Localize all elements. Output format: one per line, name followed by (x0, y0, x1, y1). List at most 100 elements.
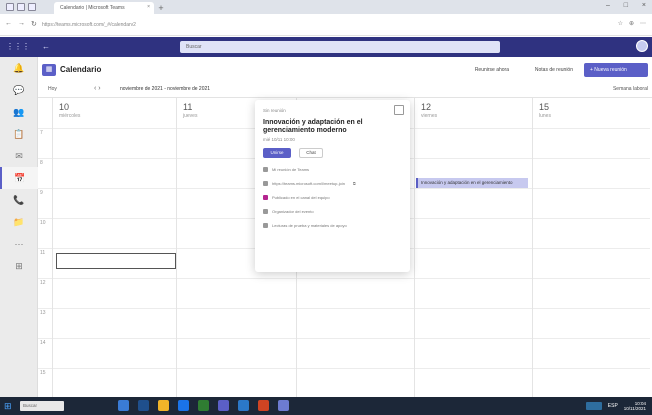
taskbar-app-icon[interactable] (258, 400, 269, 411)
refresh-icon[interactable]: ↻ (31, 20, 37, 28)
chat-button[interactable]: Chat (299, 148, 323, 158)
more-icon[interactable]: ⋯ (640, 20, 646, 27)
maximize-button[interactable]: □ (624, 2, 628, 12)
taskbar-app-icon[interactable] (118, 400, 129, 411)
apps-icon: ⊞ (15, 260, 23, 271)
taskbar-app-icon[interactable] (278, 400, 289, 411)
popup-row-text: Organizador del evento (272, 209, 314, 214)
nav-buttons: ← → ↻ (5, 20, 37, 28)
meet-now-button[interactable]: Reunirse ahora (470, 64, 514, 76)
day-column[interactable]: 10 miércoles (52, 98, 176, 398)
url-input[interactable]: https://teams.microsoft.com/_#/calendarv… (38, 19, 498, 31)
rail-item-assignments[interactable]: 📋 (0, 123, 38, 145)
rail-item-files[interactable]: 📁 (0, 211, 38, 233)
hour-label: 10 (40, 220, 46, 226)
favorite-icon[interactable]: ☆ (618, 20, 623, 27)
hour-label: 9 (40, 190, 43, 196)
rail-item-mail[interactable]: ✉ (0, 145, 38, 167)
back-arrow-icon[interactable]: ← (42, 42, 50, 51)
taskbar-app-icon[interactable] (238, 400, 249, 411)
app-launcher-icon[interactable]: ⋮⋮⋮ (6, 42, 30, 51)
hour-label: 15 (40, 370, 46, 376)
rail-item-activity[interactable]: 🔔 (0, 57, 38, 79)
day-number: 11 (183, 102, 193, 112)
avatar[interactable] (636, 40, 648, 52)
windows-start-icon[interactable]: ⊞ (4, 401, 14, 411)
taskbar-app-icon[interactable] (198, 400, 209, 411)
tray-indicator[interactable] (585, 402, 602, 410)
day-number: 15 (539, 102, 550, 112)
back-icon[interactable]: ← (5, 20, 12, 28)
close-window-button[interactable]: × (642, 2, 646, 12)
hour-label: 12 (40, 280, 46, 286)
address-bar: ← → ↻ https://teams.microsoft.com/_#/cal… (0, 14, 652, 36)
hour-label: 8 (40, 160, 43, 166)
new-tab-button[interactable]: + (156, 3, 166, 13)
info-icon (263, 223, 268, 228)
day-name: lunes (539, 113, 551, 119)
meeting-link[interactable]: https://teams.microsoft.com/l/meetup-joi… (272, 181, 345, 186)
clock[interactable]: 10:04 10/11/2021 (624, 401, 646, 411)
date-nav-arrows[interactable]: ‹ › (94, 85, 101, 92)
day-header: 11 jueves (183, 102, 197, 119)
view-selector[interactable]: Semana laboral (613, 86, 648, 92)
rail-item-chat[interactable]: 💬 (0, 79, 38, 101)
day-column[interactable]: 12 viernes (414, 98, 532, 398)
event-title: Innovación y adaptación en el gerenciami… (263, 119, 363, 134)
forward-icon[interactable]: → (18, 20, 25, 28)
day-name: viernes (421, 113, 438, 119)
date-range-selector[interactable]: noviembre de 2021 - noviembre de 2021 (120, 86, 210, 92)
day-number: 12 (421, 102, 432, 112)
rail-item-calls[interactable]: 📞 (0, 189, 38, 211)
calendar-app-icon: ▦ (42, 64, 56, 76)
day-header: 12 viernes (421, 102, 437, 119)
meeting-notes-button[interactable]: Notas de reunión (530, 64, 578, 76)
rail-item-calendar[interactable]: 📅 (0, 167, 38, 189)
page-title: Calendario (60, 65, 102, 74)
taskbar-app-icon[interactable] (138, 400, 149, 411)
teams-top-bar: ⋮⋮⋮ ← Buscar (0, 37, 652, 57)
calls-icon: 📞 (13, 194, 25, 205)
hour-label: 14 (40, 340, 46, 346)
calendar-icon: 📅 (14, 172, 26, 183)
taskbar-search-input[interactable]: Buscar (20, 401, 64, 411)
taskbar-app-icon[interactable] (218, 400, 229, 411)
new-meeting-button[interactable]: + Nueva reunión (584, 63, 648, 77)
day-name: miércoles (59, 113, 81, 119)
taskbar-app-icon[interactable] (178, 400, 189, 411)
expand-icon[interactable] (394, 105, 404, 115)
chat-icon: 💬 (13, 84, 25, 95)
day-number: 10 (59, 102, 70, 112)
taskbar-apps (118, 400, 289, 411)
app-rail: 🔔 💬 👥 📋 ✉ 📅 📞 📁 ⋯ ⊞ (0, 57, 38, 397)
calendar-event[interactable]: Innovación y adaptación en el gerenciami… (416, 178, 528, 188)
taskbar-app-icon[interactable] (158, 400, 169, 411)
copy-icon[interactable]: ⧉ (353, 181, 356, 186)
rail-item-teams[interactable]: 👥 (0, 101, 38, 123)
search-input[interactable]: Buscar (180, 41, 500, 53)
rail-item-apps[interactable]: ⊞ (0, 255, 38, 277)
today-button[interactable]: Hoy (48, 86, 57, 92)
popup-row: Organizador del evento (263, 209, 402, 214)
browser-tab[interactable]: Calendario | Microsoft Teams × (54, 2, 154, 14)
tab-actions-icon[interactable] (28, 3, 36, 11)
calendar-subheader: Hoy ‹ › noviembre de 2021 - noviembre de… (38, 83, 652, 98)
window-icon[interactable] (6, 3, 14, 11)
rail-item-more[interactable]: ⋯ (0, 233, 38, 255)
hour-label: 7 (40, 130, 43, 136)
clock-date: 10/11/2021 (623, 406, 646, 411)
join-button[interactable]: Unirse (263, 148, 291, 158)
language-indicator[interactable]: ESP (608, 403, 618, 409)
calendar-header: ▦ Calendario Reunirse ahora Notas de reu… (38, 57, 652, 83)
day-column[interactable]: 15 lunes (532, 98, 650, 398)
selected-time-slot[interactable] (56, 253, 176, 269)
hour-label: 13 (40, 310, 46, 316)
day-name: jueves (183, 113, 198, 119)
extensions-icon[interactable]: ⊕ (629, 20, 634, 27)
activity-icon: ✉ (15, 150, 23, 161)
collections-icon[interactable] (17, 3, 25, 11)
popup-row-text: Lecturas de prueba y materiales de apoyo (272, 223, 347, 228)
minimize-button[interactable]: – (606, 2, 610, 12)
popup-row: Publicado en el canal del equipo (263, 195, 402, 200)
close-icon[interactable]: × (147, 4, 150, 10)
